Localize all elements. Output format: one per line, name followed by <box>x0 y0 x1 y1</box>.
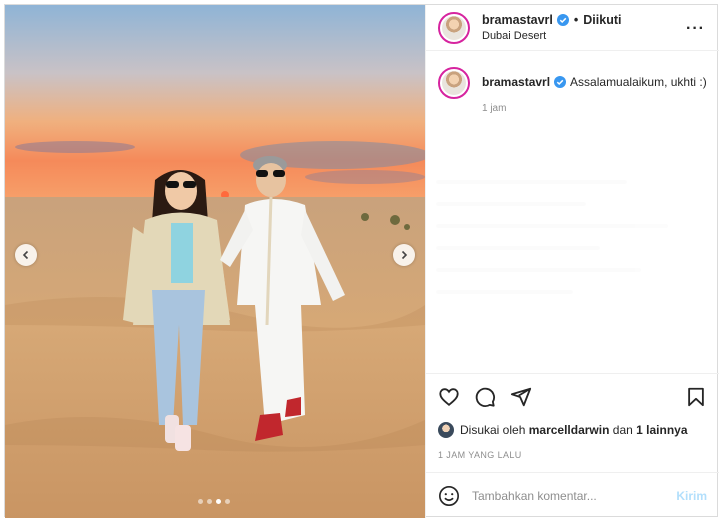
desert-photo-image <box>5 5 425 518</box>
faded-comments-area <box>436 180 709 340</box>
share-icon[interactable] <box>510 386 532 408</box>
previous-slide-button[interactable] <box>15 244 37 266</box>
comment-icon[interactable] <box>474 386 496 408</box>
liker-username[interactable]: marcelldarwin <box>529 423 610 437</box>
likes-prefix: Disukai oleh <box>460 423 526 437</box>
carousel-dot <box>207 499 212 504</box>
heart-icon[interactable] <box>438 386 460 408</box>
likes-connector: dan <box>612 423 633 437</box>
follow-status-button[interactable]: Diikuti <box>583 13 621 27</box>
add-comment-form: Kirim <box>426 472 719 518</box>
author-avatar[interactable] <box>438 11 470 44</box>
caption-text: Assalamualaikum, ukhti :) <box>570 75 707 89</box>
send-comment-button[interactable]: Kirim <box>676 489 707 503</box>
caption-time: 1 jam <box>482 103 507 114</box>
carousel-dot <box>198 499 203 504</box>
emoji-icon[interactable] <box>438 485 460 507</box>
carousel-indicator <box>198 499 230 504</box>
post-header: bramastavrl • Diikuti Dubai Desert ··· <box>426 5 719 51</box>
post-location[interactable]: Dubai Desert <box>482 30 621 42</box>
chevron-left-icon <box>22 250 29 260</box>
chevron-right-icon <box>401 250 408 260</box>
likes-others-link[interactable]: 1 lainnya <box>636 423 687 437</box>
caption-username[interactable]: bramastavrl <box>482 75 550 89</box>
caption-comment: bramastavrl Assalamualaikum, ukhti :) 1 … <box>426 51 719 114</box>
more-horizontal-icon[interactable]: ··· <box>686 20 705 38</box>
post-details-panel: bramastavrl • Diikuti Dubai Desert ··· b… <box>425 5 719 518</box>
post-modal: bramastavrl • Diikuti Dubai Desert ··· b… <box>4 4 719 518</box>
comment-input[interactable] <box>472 488 677 503</box>
next-slide-button[interactable] <box>393 244 415 266</box>
author-username[interactable]: bramastavrl <box>482 13 553 27</box>
bookmark-icon[interactable] <box>685 386 707 408</box>
caption-author-avatar[interactable] <box>438 67 470 99</box>
liker-avatar[interactable] <box>438 422 454 438</box>
carousel-dot-active <box>216 499 221 504</box>
verified-badge-icon <box>554 76 567 88</box>
post-actions: Disukai oleh marcelldarwin dan 1 lainnya… <box>426 373 719 460</box>
carousel-dot <box>225 499 230 504</box>
separator-dot: • <box>573 13 579 27</box>
verified-badge-icon <box>556 14 569 26</box>
post-timestamp[interactable]: 1 JAM YANG LALU <box>438 450 707 460</box>
post-photo[interactable] <box>5 5 425 518</box>
likes-summary: Disukai oleh marcelldarwin dan 1 lainnya <box>438 422 707 438</box>
